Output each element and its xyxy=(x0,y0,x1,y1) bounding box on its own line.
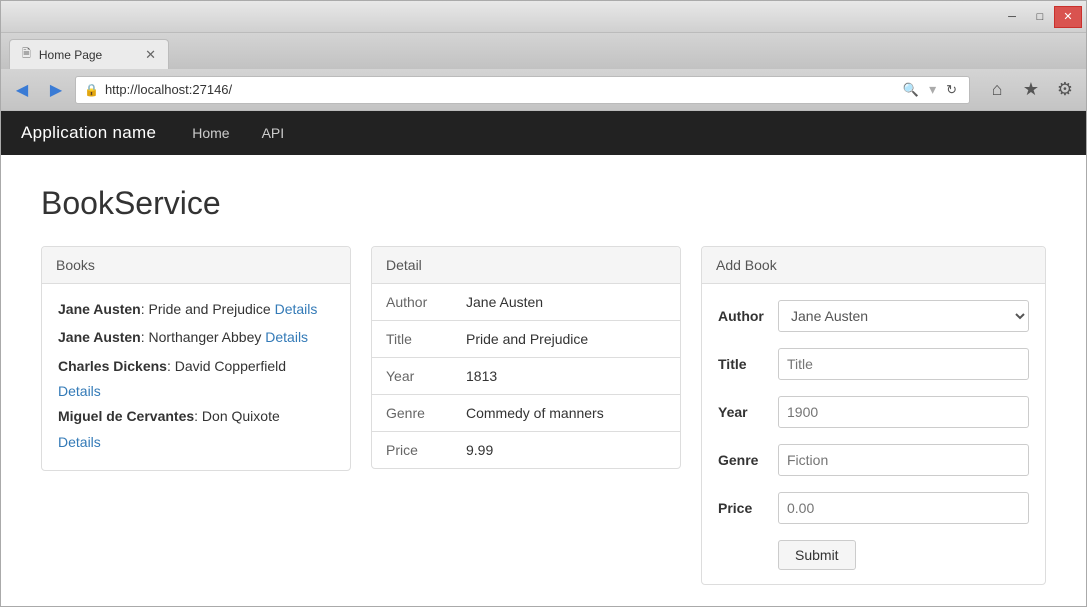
panels: Books Jane Austen: Pride and Prejudice D… xyxy=(41,246,1046,585)
page-title: BookService xyxy=(41,185,1046,222)
detail-label: Author xyxy=(372,284,452,321)
nav-link-api[interactable]: API xyxy=(256,121,291,145)
table-row: Genre Commedy of manners xyxy=(372,395,680,432)
detail-value: Commedy of manners xyxy=(452,395,680,432)
minimize-button[interactable]: ─ xyxy=(998,6,1026,28)
details-link[interactable]: Details xyxy=(58,434,334,450)
main-content: BookService Books Jane Austen: Pride and… xyxy=(1,155,1086,606)
year-label: Year xyxy=(718,404,778,420)
table-row: Author Jane Austen xyxy=(372,284,680,321)
price-label: Price xyxy=(718,500,778,516)
address-bar: ◀ ▶ 🔒 🔍 ▾ ↻ ⌂ ★ ⚙ xyxy=(1,69,1086,111)
list-item: Jane Austen: Pride and Prejudice Details xyxy=(58,298,334,320)
books-panel-body: Jane Austen: Pride and Prejudice Details… xyxy=(42,284,350,470)
book-author: Jane Austen xyxy=(58,301,141,317)
forward-button[interactable]: ▶ xyxy=(41,76,71,104)
year-form-row: Year xyxy=(702,388,1045,436)
details-link[interactable]: Details xyxy=(58,383,334,399)
nav-brand: Application name xyxy=(21,123,156,143)
detail-value: Pride and Prejudice xyxy=(452,321,680,358)
author-form-row: Author Jane Austen Charles Dickens Migue… xyxy=(702,292,1045,340)
tab-close-button[interactable]: ✕ xyxy=(145,47,156,63)
title-label: Title xyxy=(718,356,778,372)
books-panel: Books Jane Austen: Pride and Prejudice D… xyxy=(41,246,351,471)
list-item: Miguel de Cervantes: Don Quixote xyxy=(58,405,334,427)
table-row: Year 1813 xyxy=(372,358,680,395)
browser-window: ─ □ ✕ 🗎 Home Page ✕ ◀ ▶ 🔒 🔍 ▾ ↻ ⌂ ★ ⚙ Ap… xyxy=(0,0,1087,607)
genre-input[interactable] xyxy=(778,444,1029,476)
detail-value: Jane Austen xyxy=(452,284,680,321)
settings-icon-button[interactable]: ⚙ xyxy=(1050,76,1080,104)
close-button[interactable]: ✕ xyxy=(1054,6,1082,28)
nav-link-home[interactable]: Home xyxy=(186,121,235,145)
detail-label: Year xyxy=(372,358,452,395)
tab-bar: 🗎 Home Page ✕ xyxy=(1,33,1086,69)
favorites-icon-button[interactable]: ★ xyxy=(1016,76,1046,104)
detail-label: Genre xyxy=(372,395,452,432)
title-bar-right: ─ □ ✕ xyxy=(998,6,1082,28)
list-item: Jane Austen: Northanger Abbey Details xyxy=(58,326,334,348)
book-author: Charles Dickens xyxy=(58,358,167,374)
address-input[interactable] xyxy=(105,82,893,97)
detail-value: 9.99 xyxy=(452,432,680,469)
title-bar: ─ □ ✕ xyxy=(1,1,1086,33)
back-button[interactable]: ◀ xyxy=(7,76,37,104)
toolbar-icons: ⌂ ★ ⚙ xyxy=(982,76,1080,104)
add-book-panel-header: Add Book xyxy=(702,247,1045,284)
price-form-row: Price xyxy=(702,484,1045,532)
genre-label: Genre xyxy=(718,452,778,468)
address-refresh-button[interactable]: ↻ xyxy=(942,80,961,100)
details-link[interactable]: Details xyxy=(275,301,318,317)
address-separator: ▾ xyxy=(929,81,936,98)
list-item: Charles Dickens: David Copperfield xyxy=(58,355,334,377)
details-link[interactable]: Details xyxy=(265,329,308,345)
home-icon-button[interactable]: ⌂ xyxy=(982,76,1012,104)
book-author: Jane Austen xyxy=(58,329,141,345)
author-select[interactable]: Jane Austen Charles Dickens Miguel de Ce… xyxy=(778,300,1029,332)
tab-page-icon: 🗎 xyxy=(22,45,31,64)
address-input-wrap: 🔒 🔍 ▾ ↻ xyxy=(75,76,970,104)
author-label: Author xyxy=(718,308,778,324)
maximize-button[interactable]: □ xyxy=(1026,6,1054,28)
detail-value: 1813 xyxy=(452,358,680,395)
nav-bar: Application name Home API xyxy=(1,111,1086,155)
detail-panel-header: Detail xyxy=(372,247,680,284)
title-form-row: Title xyxy=(702,340,1045,388)
books-panel-header: Books xyxy=(42,247,350,284)
year-input[interactable] xyxy=(778,396,1029,428)
detail-label: Price xyxy=(372,432,452,469)
book-author: Miguel de Cervantes xyxy=(58,408,194,424)
table-row: Title Pride and Prejudice xyxy=(372,321,680,358)
address-search-button[interactable]: 🔍 xyxy=(899,80,923,100)
tab-label: Home Page xyxy=(39,48,102,62)
detail-table: Author Jane Austen Title Pride and Preju… xyxy=(372,284,680,468)
genre-form-row: Genre xyxy=(702,436,1045,484)
address-lock-icon: 🔒 xyxy=(84,83,99,97)
submit-button[interactable]: Submit xyxy=(778,540,856,570)
detail-panel: Detail Author Jane Austen Title Pride an… xyxy=(371,246,681,469)
detail-label: Title xyxy=(372,321,452,358)
table-row: Price 9.99 xyxy=(372,432,680,469)
add-book-panel: Add Book Author Jane Austen Charles Dick… xyxy=(701,246,1046,585)
title-input[interactable] xyxy=(778,348,1029,380)
price-input[interactable] xyxy=(778,492,1029,524)
browser-tab[interactable]: 🗎 Home Page ✕ xyxy=(9,39,169,69)
